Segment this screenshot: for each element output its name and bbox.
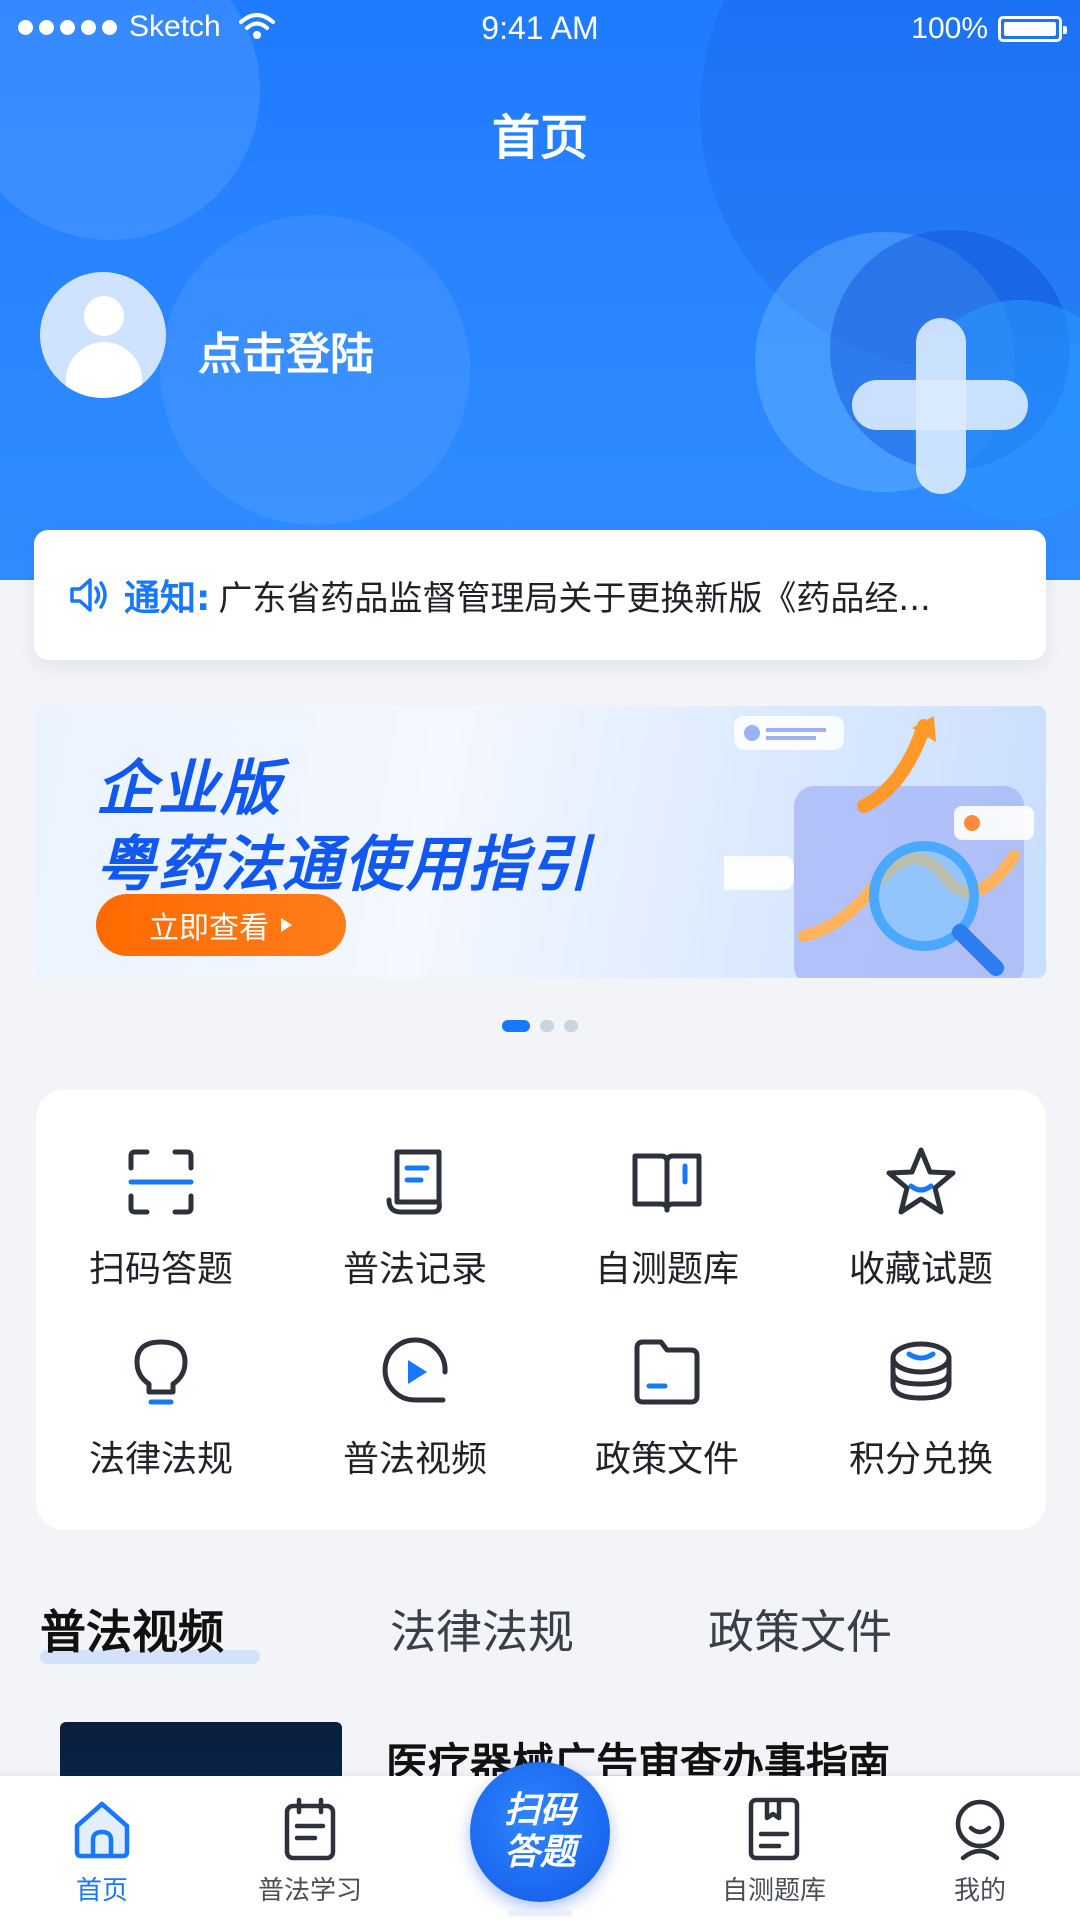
banner-title-line1: 企业版 (96, 754, 282, 824)
pager-dot-active[interactable] (502, 1020, 530, 1032)
login-link[interactable]: 点击登陆 (198, 318, 374, 382)
grid-item-label: 自测题库 (594, 1249, 739, 1290)
grid-item-favorites[interactable]: 收藏试题 (796, 1142, 1046, 1292)
nav-label: 我的 (953, 1876, 1006, 1906)
view-now-label: 立即查看 (149, 911, 269, 946)
grid-item-scan-answer[interactable]: 扫码答题 (36, 1142, 286, 1292)
scan-answer-fab[interactable]: 扫码 答题 (470, 1762, 610, 1902)
feature-grid: 扫码答题 普法记录 自测题库 收藏试题 法律法规 普法视频 政策文件 积分兑换 (36, 1090, 1046, 1530)
nav-question-bank[interactable]: 自测题库 (694, 1794, 854, 1907)
grid-item-law-record[interactable]: 普法记录 (290, 1142, 540, 1292)
grid-item-label: 普法记录 (342, 1249, 487, 1290)
notice-text: 广东省药品监督管理局关于更换新版《药品经... (218, 578, 931, 619)
tab-policy-docs[interactable]: 政策文件 (708, 1596, 892, 1662)
battery-percent: 100% (911, 12, 988, 45)
notice-label: 通知: (124, 578, 211, 619)
battery-info: 100% (911, 12, 1067, 46)
nav-profile[interactable]: 我的 (900, 1794, 1060, 1907)
folder-icon (634, 1339, 700, 1405)
home-indicator (508, 1910, 572, 1916)
tab-laws[interactable]: 法律法规 (390, 1596, 574, 1662)
lightbulb-icon (134, 1339, 188, 1405)
pager-dot[interactable] (540, 1020, 554, 1032)
grid-item-points-exchange[interactable]: 积分兑换 (796, 1332, 1046, 1482)
fab-label-line1: 扫码 (503, 1790, 576, 1831)
grid-item-label: 普法视频 (342, 1439, 487, 1480)
status-bar: Sketch 9:41 AM 100% (0, 0, 1080, 58)
coins-icon (890, 1341, 952, 1401)
grid-item-label: 积分兑换 (848, 1439, 993, 1480)
grid-item-label: 政策文件 (594, 1439, 739, 1480)
tab-law-videos[interactable]: 普法视频 (40, 1596, 224, 1662)
speaker-icon (70, 578, 107, 612)
promo-banner[interactable]: 企业版 粤药法通使用指引 立即查看 (34, 706, 1046, 978)
nav-home[interactable]: 首页 (22, 1794, 182, 1907)
fab-label-line2: 答题 (503, 1832, 576, 1873)
page-title: 首页 (491, 110, 588, 166)
grid-item-laws[interactable]: 法律法规 (36, 1332, 286, 1482)
question-bank-icon (748, 1797, 800, 1861)
scan-icon (128, 1149, 194, 1215)
grid-item-policy-docs[interactable]: 政策文件 (542, 1332, 792, 1482)
section-tabs: 普法视频 法律法规 政策文件 (40, 1596, 1040, 1666)
user-body-icon (66, 342, 142, 398)
avatar[interactable] (40, 272, 166, 398)
battery-icon (998, 16, 1067, 42)
star-icon (886, 1147, 956, 1215)
open-book-icon (632, 1153, 702, 1213)
user-head-icon (84, 296, 124, 336)
view-now-button[interactable]: 立即查看 (96, 894, 346, 956)
home-icon (74, 1801, 130, 1859)
grid-item-self-test[interactable]: 自测题库 (542, 1142, 792, 1292)
banner-illustration (724, 716, 1034, 978)
nav-label: 普法学习 (257, 1876, 362, 1906)
medical-cross-icon-bar (852, 380, 1028, 430)
profile-icon (955, 1799, 1005, 1861)
nav-label: 自测题库 (721, 1876, 826, 1906)
nav-label: 首页 (75, 1876, 128, 1906)
grid-item-label: 法律法规 (88, 1439, 233, 1480)
banner-title-line2: 粤药法通使用指引 (96, 830, 592, 900)
scroll-record-icon (386, 1149, 442, 1215)
notebook-icon (284, 1797, 336, 1861)
pager-dot[interactable] (564, 1020, 578, 1032)
nav-law-study[interactable]: 普法学习 (230, 1794, 390, 1907)
header-background (0, 0, 1080, 580)
play-icon (382, 1337, 448, 1403)
grid-item-label: 收藏试题 (848, 1249, 993, 1290)
banner-pager (0, 1020, 1080, 1032)
grid-item-law-videos[interactable]: 普法视频 (290, 1332, 540, 1482)
grid-item-label: 扫码答题 (88, 1249, 233, 1290)
notice-bar[interactable]: 通知: 广东省药品监督管理局关于更换新版《药品经... (34, 530, 1046, 660)
play-triangle-icon (281, 918, 292, 932)
